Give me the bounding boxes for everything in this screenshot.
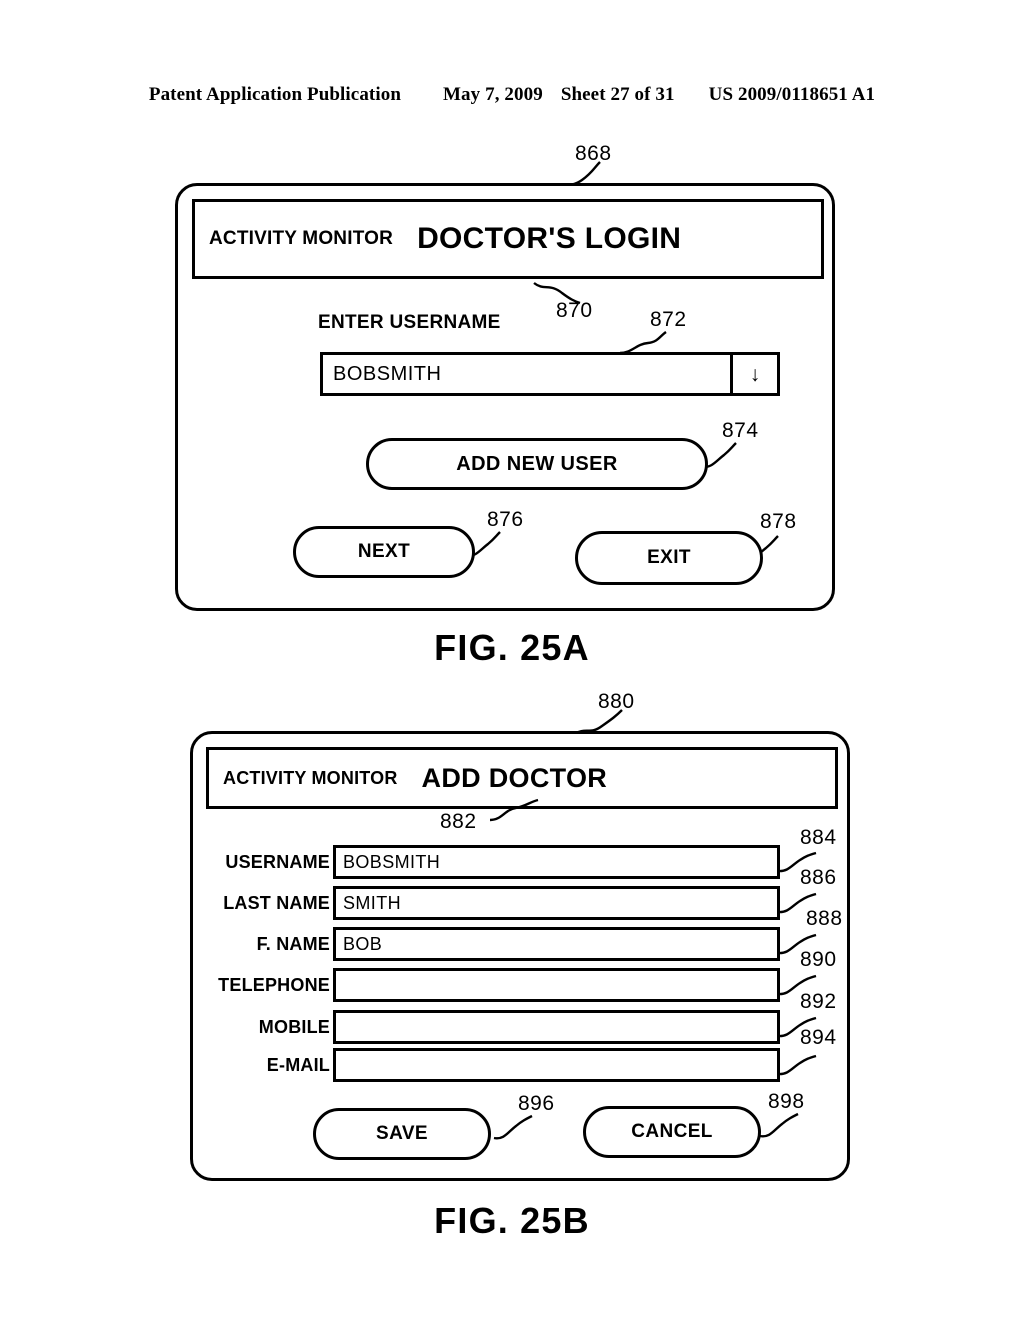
ref-numeral-898: 898 — [768, 1090, 805, 1113]
fig25a-screen-title: DOCTOR'S LOGIN — [417, 222, 682, 255]
exit-button[interactable]: EXIT — [575, 531, 763, 585]
ref-numeral-890: 890 — [800, 948, 837, 971]
ref-numeral-868: 868 — [575, 142, 612, 165]
fig25b-title-bar: ACTIVITY MONITOR ADD DOCTOR — [206, 747, 838, 809]
username-combobox[interactable]: BOBSMITH ↓ — [320, 352, 780, 396]
ref-numeral-886: 886 — [800, 866, 837, 889]
sheet-number: Sheet 27 of 31 — [560, 84, 675, 105]
publication-date: May 7, 2009 — [443, 84, 543, 105]
telephone-input[interactable] — [333, 968, 780, 1002]
fig25a-app-name: ACTIVITY MONITOR — [209, 228, 394, 249]
ref-numeral-872: 872 — [650, 308, 687, 331]
ref-numeral-876: 876 — [487, 508, 524, 531]
form-label-last-name: LAST NAME — [223, 893, 330, 913]
form-label-username: USERNAME — [225, 852, 330, 872]
enter-username-label: ENTER USERNAME — [318, 312, 501, 333]
form-label-telephone: TELEPHONE — [218, 975, 330, 995]
email-input[interactable] — [333, 1048, 780, 1082]
form-label-email: E-MAIL — [266, 1055, 330, 1075]
ref-numeral-882: 882 — [440, 810, 477, 833]
ref-numeral-892: 892 — [800, 990, 837, 1013]
ref-numeral-874: 874 — [722, 419, 759, 442]
ref-numeral-888: 888 — [806, 907, 843, 930]
fig25b-screen-title: ADD DOCTOR — [421, 762, 608, 793]
next-button[interactable]: NEXT — [293, 526, 475, 578]
username-input[interactable]: BOBSMITH — [333, 845, 780, 879]
form-label-mobile: MOBILE — [258, 1017, 330, 1037]
mobile-input[interactable] — [333, 1010, 780, 1044]
ref-numeral-880: 880 — [598, 690, 635, 713]
fig25b-app-name: ACTIVITY MONITOR — [223, 767, 398, 788]
ref-numeral-878: 878 — [760, 510, 797, 533]
fig25b-caption: FIG. 25B — [434, 1200, 590, 1241]
ref-numeral-870: 870 — [556, 299, 593, 322]
add-new-user-button[interactable]: ADD NEW USER — [366, 438, 708, 490]
last-name-input[interactable]: SMITH — [333, 886, 780, 920]
patent-number: US 2009/0118651 A1 — [708, 84, 876, 105]
ref-numeral-894: 894 — [800, 1026, 837, 1049]
ref-numeral-884: 884 — [800, 826, 837, 849]
form-label-first-name: F. NAME — [256, 934, 330, 954]
save-button[interactable]: SAVE — [313, 1108, 491, 1160]
down-arrow-icon[interactable]: ↓ — [730, 355, 777, 393]
patent-page-header: Patent Application Publication May 7, 200… — [0, 84, 1024, 106]
username-combobox-value[interactable]: BOBSMITH — [323, 355, 730, 393]
fig25a-caption: FIG. 25A — [434, 627, 590, 668]
publication-label: Patent Application Publication — [148, 84, 402, 105]
cancel-button[interactable]: CANCEL — [583, 1106, 761, 1158]
first-name-input[interactable]: BOB — [333, 927, 780, 961]
fig25a-title-bar: ACTIVITY MONITOR DOCTOR'S LOGIN — [192, 199, 824, 279]
ref-numeral-896: 896 — [518, 1092, 555, 1115]
